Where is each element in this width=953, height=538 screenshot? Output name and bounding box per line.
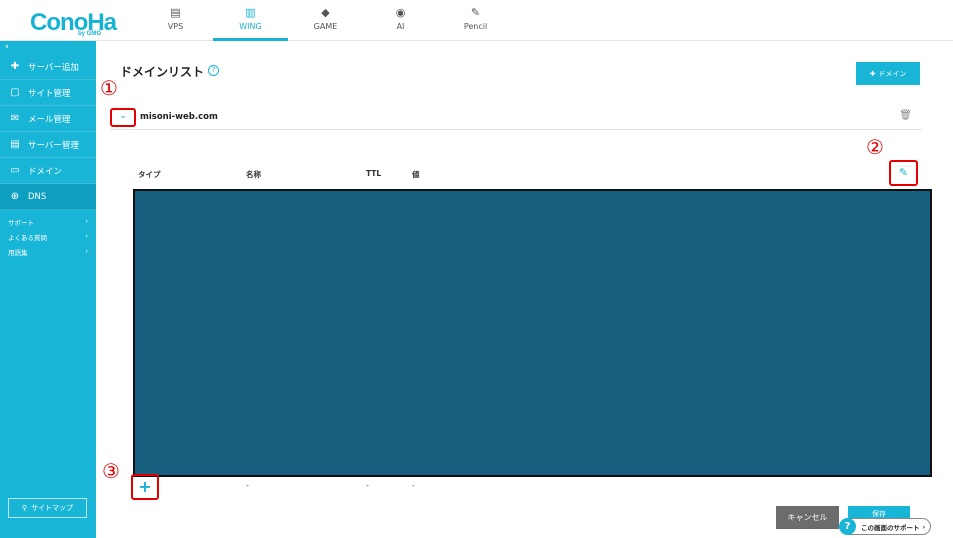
sidebar-item-site[interactable]: ▢ サイト管理 [0, 80, 96, 106]
sidebar-link-support[interactable]: サポート › [8, 217, 88, 227]
edit-records-button[interactable]: ✎ [889, 160, 918, 186]
sidebar-item-dns[interactable]: ⊕ DNS [0, 184, 96, 210]
domain-icon: ▭ [10, 165, 20, 176]
column-header-ttl: TTL [366, 169, 382, 178]
support-label: この画面のサポート [861, 523, 920, 532]
main-content: ドメインリスト ? ✚ ドメイン ① ⌄ misoni-web.com 🗑 ② タ… [96, 41, 953, 538]
sidebar-link-glossary[interactable]: 用語集 › [8, 247, 88, 257]
new-record-name-placeholder: - [246, 481, 249, 490]
chevron-right-icon: › [85, 217, 88, 225]
expand-chevron-button[interactable]: ⌄ [110, 108, 136, 127]
site-icon: ▢ [10, 87, 20, 98]
sidebar-item-domain[interactable]: ▭ ドメイン [0, 158, 96, 184]
column-header-type: タイプ [138, 170, 161, 179]
server-icon: ▤ [170, 6, 181, 19]
cancel-button[interactable]: キャンセル [776, 506, 839, 529]
column-header-value: 値 [412, 170, 420, 179]
sitemap-label: サイトマップ [31, 504, 74, 512]
redacted-records-area [133, 189, 932, 477]
plus-icon: + [138, 477, 152, 496]
pencil-doc-icon: ✎ [470, 6, 481, 19]
sidebar-item-label: サーバー管理 [28, 140, 79, 151]
new-record-ttl-placeholder: - [366, 481, 369, 490]
sidebar-item-label: ドメイン [28, 166, 63, 177]
tab-ai-label: AI [396, 22, 405, 31]
tab-pencil-label: Pencil [463, 22, 488, 31]
mail-icon: ✉ [10, 113, 20, 124]
domain-name: misoni-web.com [140, 112, 218, 122]
tab-wing-label: WING [239, 22, 262, 31]
help-icon[interactable]: ? [208, 65, 219, 76]
sidebar-link-faq[interactable]: よくある質問 › [8, 232, 88, 242]
sidebar-item-mail[interactable]: ✉ メール管理 [0, 106, 96, 132]
sitemap-button[interactable]: ⚲ サイトマップ [8, 498, 87, 518]
top-navigation: ConoHa by GMO ▤ VPS ▥ WING ◆ GAME ◉ AI ✎ Penci… [0, 0, 953, 41]
add-domain-label: ドメイン [878, 69, 907, 78]
conoha-logo[interactable]: ConoHa by GMO [30, 9, 117, 37]
marker-3: ③ [102, 459, 120, 483]
tab-vps[interactable]: ▤ VPS [138, 0, 213, 41]
chevron-down-icon: ⌄ [119, 111, 127, 121]
sidebar-item-server-manage[interactable]: ▤ サーバー管理 [0, 132, 96, 158]
marker-2: ② [866, 135, 884, 159]
trash-icon[interactable]: 🗑 [899, 110, 912, 121]
sidebar-item-label: DNS [28, 191, 47, 202]
chevron-right-icon: › [922, 522, 926, 531]
chevron-right-icon: › [85, 247, 88, 255]
sidebar: ‹ ✚ サーバー追加 ▢ サイト管理 ✉ メール管理 ▤ サーバー管理 ▭ ドメイン ⊕ D… [0, 41, 96, 538]
gamepad-icon: ◆ [321, 6, 330, 19]
page-title: ドメインリスト [120, 65, 205, 79]
sitemap-icon: ⚲ [21, 504, 28, 512]
tab-wing[interactable]: ▥ WING [213, 0, 288, 41]
column-header-name: 名称 [246, 170, 261, 179]
tab-vps-label: VPS [167, 22, 184, 31]
marker-1: ① [100, 76, 118, 100]
sublink-label: よくある質問 [8, 234, 47, 242]
add-record-button[interactable]: + [131, 474, 159, 500]
sidebar-item-add-server[interactable]: ✚ サーバー追加 [0, 54, 96, 80]
plus-icon: ✚ [10, 61, 20, 72]
add-domain-button[interactable]: ✚ ドメイン [856, 62, 920, 85]
globe-icon: ⊕ [10, 191, 20, 202]
plus-icon: ✚ [869, 69, 876, 78]
tab-game[interactable]: ◆ GAME [288, 0, 363, 41]
server-manage-icon: ▤ [10, 139, 20, 150]
sublink-label: 用語集 [8, 249, 28, 257]
tab-pencil[interactable]: ✎ Pencil [438, 0, 513, 41]
pencil-icon: ✎ [898, 166, 909, 179]
screen-support-button[interactable]: ? この画面のサポート › [839, 518, 931, 535]
chevron-right-icon: › [85, 232, 88, 240]
logo-sub: by GMO [78, 31, 102, 37]
sublink-label: サポート [8, 219, 34, 227]
ai-icon: ◉ [395, 6, 406, 19]
help-icon: ? [839, 518, 856, 535]
new-record-value-placeholder: - [412, 481, 415, 490]
tab-game-label: GAME [313, 22, 338, 31]
sidebar-item-label: サイト管理 [28, 88, 71, 99]
sidebar-item-label: メール管理 [28, 114, 71, 125]
tab-ai[interactable]: ◉ AI [363, 0, 438, 41]
logo-text: ConoHa [30, 9, 117, 36]
wing-icon: ▥ [245, 6, 256, 19]
collapse-sidebar-button[interactable]: ‹ [5, 42, 9, 52]
domain-row: ⌄ misoni-web.com 🗑 [110, 104, 922, 130]
sidebar-item-label: サーバー追加 [28, 62, 79, 73]
